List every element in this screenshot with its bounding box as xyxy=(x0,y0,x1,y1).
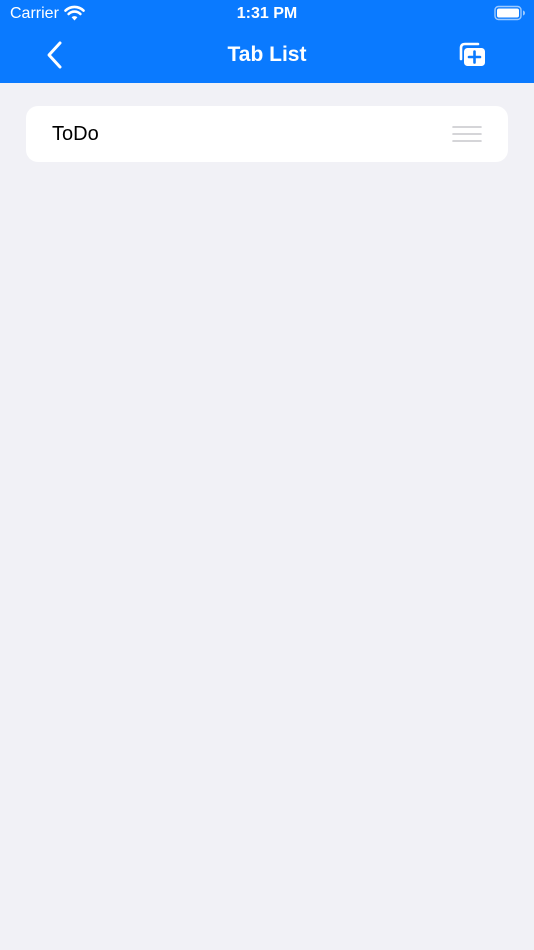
tab-list: ToDo xyxy=(26,106,508,162)
list-item-label: ToDo xyxy=(52,123,99,145)
app-header: Carrier 1:31 PM Tab List xyxy=(0,0,534,83)
battery-icon xyxy=(494,5,525,21)
status-bar: Carrier 1:31 PM xyxy=(0,0,534,28)
status-time: 1:31 PM xyxy=(236,5,298,22)
add-tab-button[interactable] xyxy=(452,38,490,72)
reorder-handle-icon[interactable] xyxy=(452,124,482,144)
list-item[interactable]: ToDo xyxy=(26,106,508,162)
add-tab-icon xyxy=(459,42,485,66)
navigation-bar: Tab List xyxy=(0,28,534,83)
